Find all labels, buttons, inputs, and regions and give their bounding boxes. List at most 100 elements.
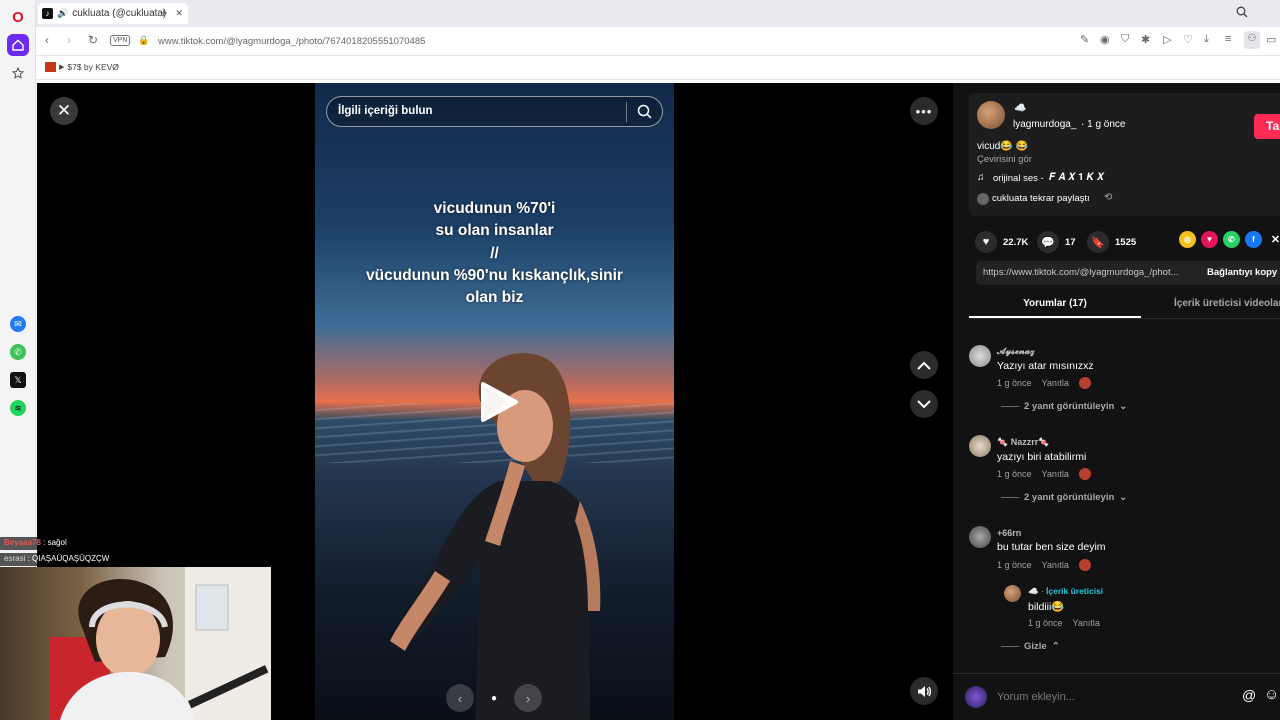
- link-box: https://www.tiktok.com/@lyagmurdoga_/pho…: [976, 261, 1280, 285]
- comment-text: yazıyı biri atabilirmi: [997, 451, 1087, 463]
- reply-button[interactable]: Yanıtla: [1042, 560, 1069, 570]
- like-stat[interactable]: ♥ 22.7K: [975, 231, 1028, 253]
- hide-replies-button[interactable]: Gizle ⌃: [1001, 641, 1060, 652]
- reply-avatar[interactable]: [1004, 585, 1021, 602]
- search-icon[interactable]: [637, 104, 652, 124]
- extension-icon[interactable]: ✱: [1141, 33, 1150, 46]
- sound-prefix[interactable]: orijinal ses -: [993, 173, 1044, 184]
- forward-icon[interactable]: ›: [67, 33, 71, 47]
- post-link[interactable]: https://www.tiktok.com/@lyagmurdoga_/pho…: [983, 267, 1179, 278]
- whatsapp-icon[interactable]: ✆: [10, 344, 26, 360]
- opera-logo-icon[interactable]: O: [7, 6, 29, 28]
- reload-icon[interactable]: ↻: [88, 33, 98, 47]
- heart-icon[interactable]: ♡: [1183, 33, 1193, 46]
- tab-strip: ♪ 🔊 cukluata (@cukluata) ✕ +: [36, 0, 1280, 27]
- comment-author[interactable]: 𝓐𝔂𝓼𝓮𝓷𝓪𝔃: [997, 346, 1035, 357]
- view-replies-button[interactable]: 2 yanıt görüntüleyin ⌄: [1001, 401, 1127, 412]
- photo-slide[interactable]: İlgili içeriği bulun vicudunun %70'i su …: [315, 83, 674, 720]
- save-stat[interactable]: 🔖 1525: [1087, 231, 1136, 253]
- webcam-overlay: [0, 567, 271, 720]
- tab-title: cukluata (@cukluata): [72, 8, 167, 19]
- comment-avatar[interactable]: [969, 345, 991, 367]
- comment-count: 17: [1065, 236, 1076, 248]
- speaker-icon: [918, 685, 931, 697]
- x-share-icon[interactable]: ✕: [1267, 231, 1280, 248]
- reply-author[interactable]: ☁️ ·: [1028, 586, 1044, 597]
- menu-icon[interactable]: ≡: [1225, 33, 1231, 45]
- emoji-icon[interactable]: ☺: [1264, 686, 1279, 703]
- comment-stat[interactable]: 💬 17: [1037, 231, 1076, 253]
- play-icon[interactable]: [479, 381, 519, 423]
- previous-video-button[interactable]: [910, 351, 938, 379]
- reply-time: 1 g önce: [1028, 618, 1063, 628]
- repost-text[interactable]: cukluata tekrar paylaştı: [992, 193, 1090, 204]
- whatsapp-share-icon[interactable]: ✆: [1223, 231, 1240, 248]
- comment-avatar[interactable]: [969, 526, 991, 548]
- reply-button[interactable]: Yanıtla: [1042, 378, 1069, 388]
- lock-icon[interactable]: 🔒: [138, 35, 149, 46]
- speaker-icon[interactable]: 🔊: [57, 8, 68, 19]
- profile-icon[interactable]: ⚇: [1244, 31, 1260, 49]
- sound-name[interactable]: 𝑭 𝑨 𝑿 𝟏 𝑲 𝑿: [1049, 172, 1104, 183]
- close-tab-icon[interactable]: ✕: [175, 8, 183, 19]
- author-username[interactable]: lyagmurdoga_: [1013, 119, 1076, 130]
- bookmark-item[interactable]: ▶ $7$ by KEVØ: [45, 62, 119, 72]
- follow-button[interactable]: Takip: [1254, 114, 1280, 139]
- heart-icon[interactable]: ♥: [975, 231, 997, 253]
- mention-icon[interactable]: @: [1242, 687, 1256, 703]
- tab-creator-videos[interactable]: İçerik üreticisi videoları: [1174, 298, 1280, 309]
- facebook-share-icon[interactable]: f: [1245, 231, 1262, 248]
- sidebar-toggle-icon[interactable]: ▭: [1266, 33, 1276, 46]
- volume-button[interactable]: [910, 677, 938, 705]
- comment-author[interactable]: 🍬 Nazzrr🍬: [997, 437, 1049, 448]
- x-twitter-icon[interactable]: 𝕏: [10, 372, 26, 388]
- reply-text: bildiii😂: [1028, 601, 1065, 613]
- coin-share-icon[interactable]: ◎: [1179, 231, 1196, 248]
- send-share-icon[interactable]: ▼: [1201, 231, 1218, 248]
- search-divider: [626, 102, 627, 122]
- edit-icon[interactable]: ✎: [1080, 33, 1089, 46]
- next-image-button[interactable]: ›: [514, 684, 542, 712]
- comment-author[interactable]: +66rn: [997, 528, 1021, 538]
- view-replies-button[interactable]: 2 yanıt görüntüleyin ⌄: [1001, 492, 1127, 503]
- post-time: · 1 g önce: [1081, 119, 1126, 130]
- more-options-button[interactable]: •••: [910, 97, 938, 125]
- new-tab-button[interactable]: +: [160, 5, 168, 20]
- see-translation-link[interactable]: Çevirisini gör: [977, 154, 1032, 165]
- comment-input[interactable]: Yorum ekleyin...: [997, 691, 1075, 703]
- comment-time: 1 g önce: [997, 560, 1032, 570]
- author-avatar[interactable]: [977, 101, 1005, 129]
- comment-tabs: Yorumlar (17) İçerik üreticisi videoları: [969, 289, 1280, 319]
- active-tab-underline: [969, 316, 1141, 318]
- download-icon[interactable]: ⤓: [1204, 33, 1209, 46]
- repost-icon: ⟲: [1104, 192, 1113, 203]
- comment-avatar[interactable]: [969, 435, 991, 457]
- url-field[interactable]: www.tiktok.com/@lyagmurdoga_/photo/76740…: [158, 36, 425, 47]
- caption-line-3: //: [490, 245, 499, 262]
- star-icon[interactable]: [7, 62, 29, 84]
- author-emoji: ☁️: [1014, 103, 1027, 114]
- shield-icon[interactable]: ⛉: [1121, 33, 1129, 46]
- copy-link-button[interactable]: Bağlantıyı kopy: [1207, 267, 1277, 278]
- camera-icon[interactable]: ◉: [1100, 33, 1110, 46]
- reply-button[interactable]: Yanıtla: [1042, 469, 1069, 479]
- search-input[interactable]: İlgili içeriği bulun: [338, 105, 433, 117]
- reply-button[interactable]: Yanıtla: [1073, 618, 1100, 628]
- bookmark-icon[interactable]: 🔖: [1087, 231, 1109, 253]
- vpn-badge[interactable]: VPN: [110, 35, 131, 46]
- play-icon[interactable]: ▷: [1163, 33, 1171, 46]
- back-icon[interactable]: ‹: [45, 33, 49, 47]
- search-box[interactable]: İlgili içeriği bulun: [326, 96, 663, 127]
- search-tabs-icon[interactable]: [1236, 5, 1248, 23]
- user-avatar[interactable]: [965, 686, 987, 708]
- home-icon[interactable]: [7, 34, 29, 56]
- tab-comments[interactable]: Yorumlar (17): [969, 298, 1141, 309]
- streamer-figure: [50, 567, 271, 720]
- comment-meta: 1 g önce Yanıtla: [997, 559, 1091, 571]
- spotify-icon[interactable]: ≋: [10, 400, 26, 416]
- next-video-button[interactable]: [910, 390, 938, 418]
- comment-icon[interactable]: 💬: [1037, 231, 1059, 253]
- close-button[interactable]: ✕: [50, 97, 78, 125]
- messenger-icon[interactable]: ✉: [10, 316, 26, 332]
- prev-image-button[interactable]: ‹: [446, 684, 474, 712]
